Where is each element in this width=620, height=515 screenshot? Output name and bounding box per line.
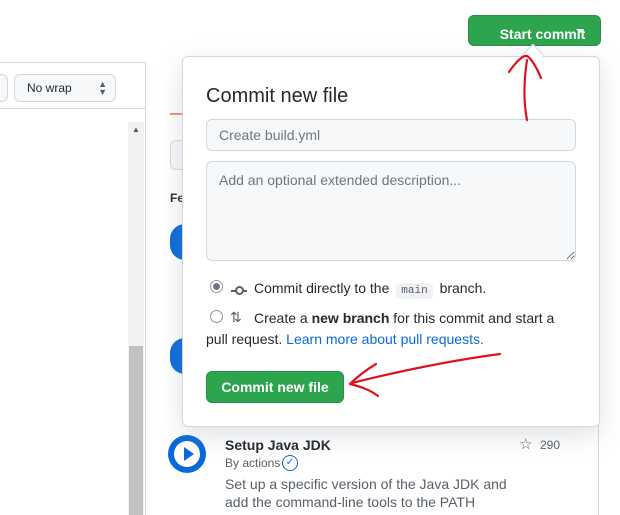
play-icon bbox=[168, 435, 206, 473]
start-commit-button[interactable]: Start commit bbox=[468, 15, 601, 46]
new-branch-label[interactable]: Create a new branch for this commit and … bbox=[206, 308, 574, 350]
editor-panel-border bbox=[145, 62, 146, 515]
new-branch-suffix: for this commit and start a bbox=[393, 310, 555, 326]
select-arrows-icon: ▲ ▼ bbox=[98, 79, 107, 97]
commit-summary-input[interactable] bbox=[206, 119, 576, 151]
commit-direct-radio[interactable] bbox=[210, 280, 223, 293]
action-description: Set up a specific version of the Java JD… bbox=[225, 476, 507, 510]
scroll-up-arrow-icon[interactable]: ▲ bbox=[128, 122, 144, 138]
action-author: By actions bbox=[225, 456, 281, 470]
new-branch-bold: new branch bbox=[311, 310, 390, 326]
indent-select[interactable] bbox=[0, 74, 8, 102]
chevron-down-icon bbox=[576, 29, 584, 33]
learn-more-link[interactable]: Learn more about pull requests. bbox=[286, 331, 484, 347]
new-branch-prefix: Create a bbox=[254, 310, 308, 326]
commit-dialog-title: Commit new file bbox=[206, 85, 349, 107]
action-title[interactable]: Setup Java JDK bbox=[225, 437, 331, 453]
git-commit-icon bbox=[231, 286, 247, 296]
commit-direct-suffix: branch. bbox=[439, 280, 487, 296]
star-icon: ☆ bbox=[519, 436, 533, 453]
branch-name: main bbox=[396, 283, 433, 299]
star-count: 290 bbox=[540, 438, 561, 452]
commit-direct-label[interactable]: Commit directly to the main branch. bbox=[254, 280, 487, 299]
new-branch-radio[interactable] bbox=[210, 310, 223, 323]
commit-new-file-button[interactable]: Commit new file bbox=[206, 371, 344, 403]
start-commit-label: Start commit bbox=[499, 26, 586, 42]
wrap-mode-select[interactable]: No wrap ▲ ▼ bbox=[14, 74, 116, 102]
verified-icon: ✓ bbox=[282, 455, 298, 471]
scrollbar-thumb[interactable] bbox=[129, 346, 143, 515]
commit-direct-prefix: Commit directly to the bbox=[254, 280, 390, 296]
wrap-mode-value: No wrap bbox=[27, 81, 72, 95]
toolbar-divider bbox=[0, 62, 145, 63]
editor-divider bbox=[0, 108, 145, 109]
new-branch-line2: pull request. bbox=[206, 331, 283, 347]
commit-description-textarea[interactable] bbox=[206, 161, 576, 261]
git-pull-request-icon: ⇅ bbox=[230, 309, 242, 325]
